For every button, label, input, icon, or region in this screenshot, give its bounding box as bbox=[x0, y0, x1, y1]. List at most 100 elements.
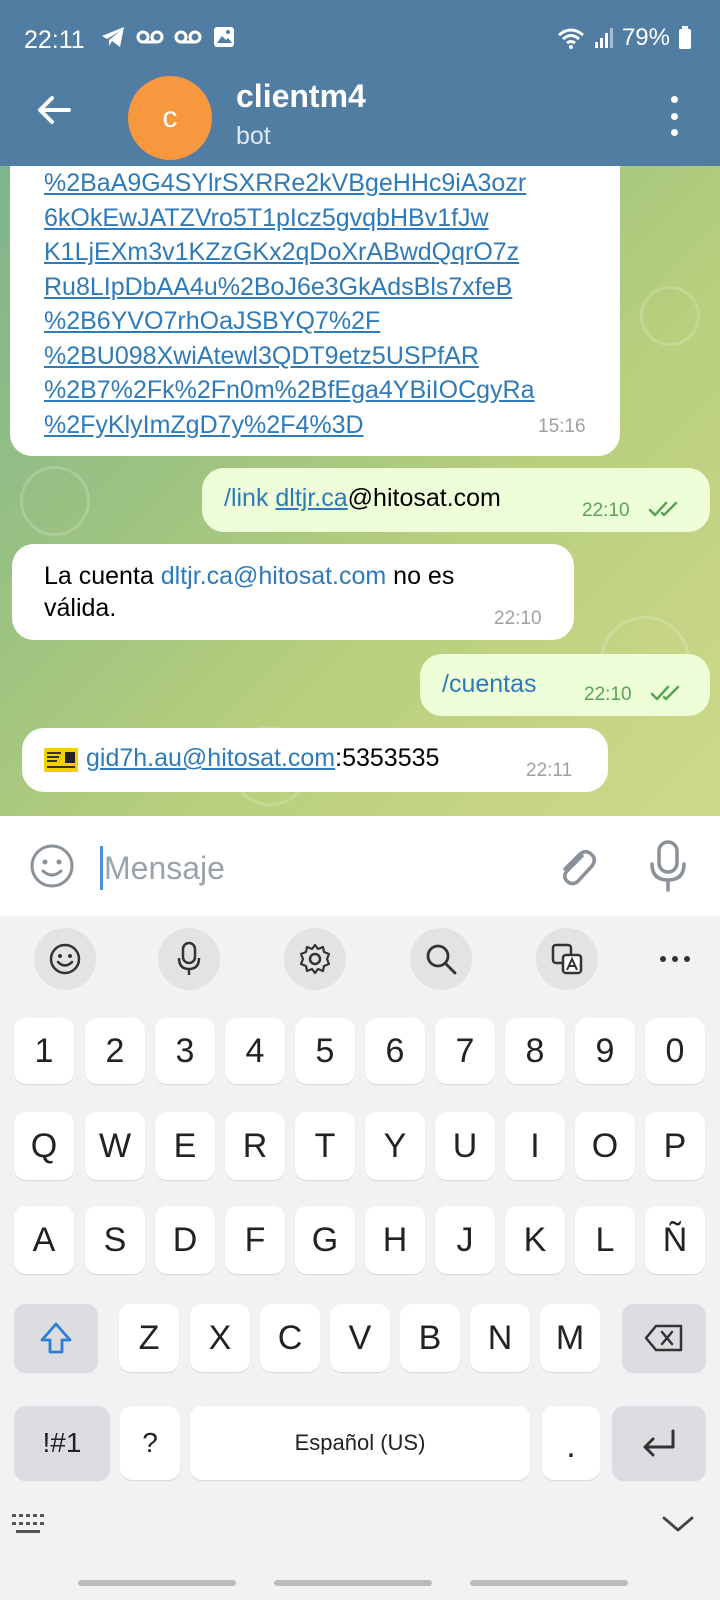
key-s[interactable]: S bbox=[85, 1206, 145, 1274]
dot-icon bbox=[670, 112, 678, 120]
message-bubble-incoming[interactable]: gid7h.au@hitosat.com:5353535 22:11 bbox=[22, 728, 608, 792]
key-f[interactable]: F bbox=[225, 1206, 285, 1274]
key-r[interactable]: R bbox=[225, 1112, 285, 1180]
keyboard-settings-button[interactable] bbox=[284, 928, 346, 990]
search-button[interactable] bbox=[410, 928, 472, 990]
key-y[interactable]: Y bbox=[365, 1112, 425, 1180]
message-bubble-incoming[interactable]: La cuenta dltjr.ca@hitosat.com no es vál… bbox=[12, 544, 574, 640]
voicemail-icon bbox=[136, 30, 164, 44]
more-options-button[interactable] bbox=[664, 96, 684, 136]
message-link-line[interactable]: Ru8LIpDbAA4u%2BoJ6e3GkAdsBls7xfeB bbox=[44, 270, 535, 305]
key-n[interactable]: N bbox=[470, 1304, 530, 1372]
message-email-link[interactable]: dltjr.ca@hitosat.com bbox=[161, 562, 386, 590]
message-input-bar bbox=[0, 816, 720, 916]
key-m[interactable]: M bbox=[540, 1304, 600, 1372]
symbols-key[interactable]: !#1 bbox=[14, 1406, 110, 1480]
message-text: La cuenta bbox=[44, 562, 161, 590]
space-key[interactable]: Español (US) bbox=[190, 1406, 530, 1480]
chevron-down-icon[interactable] bbox=[660, 1512, 696, 1536]
key-b[interactable]: B bbox=[400, 1304, 460, 1372]
message-time: 22:10 bbox=[582, 500, 630, 521]
key-w[interactable]: W bbox=[85, 1112, 145, 1180]
message-bubble-outgoing[interactable]: /link dltjr.ca@hitosat.com 22:10 bbox=[202, 468, 710, 532]
message-link-line[interactable]: %2B7%2Fk%2Fn0m%2BfEga4YBiIOCgyRa bbox=[44, 373, 535, 408]
dot-icon bbox=[670, 96, 678, 103]
message-text: @hitosat.com bbox=[347, 484, 501, 512]
key-z[interactable]: Z bbox=[119, 1304, 179, 1372]
command-text[interactable]: /link bbox=[224, 484, 275, 512]
message-input[interactable] bbox=[104, 846, 524, 890]
message-time: 22:10 bbox=[494, 608, 542, 629]
message-link-line[interactable]: %2BaA9G4SYlrSXRRe2kVBgeHHc9iA3ozr bbox=[44, 166, 535, 201]
message-bubble-outgoing[interactable]: /cuentas 22:10 bbox=[420, 654, 710, 716]
shift-icon bbox=[40, 1322, 72, 1354]
microphone-icon[interactable] bbox=[648, 838, 688, 894]
battery-icon bbox=[679, 26, 691, 49]
voice-input-button[interactable] bbox=[158, 928, 220, 990]
keyboard-toolbar bbox=[0, 916, 720, 1006]
key-4[interactable]: 4 bbox=[225, 1018, 285, 1084]
chat-title[interactable]: clientm4 bbox=[236, 78, 366, 115]
key-l[interactable]: L bbox=[575, 1206, 635, 1274]
key-p[interactable]: P bbox=[645, 1112, 705, 1180]
key-t[interactable]: T bbox=[295, 1112, 355, 1180]
key-u[interactable]: U bbox=[435, 1112, 495, 1180]
message-bubble-incoming[interactable]: %2BaA9G4SYlrSXRRe2kVBgeHHc9iA3ozr 6kOkEw… bbox=[10, 166, 620, 456]
key-7[interactable]: 7 bbox=[435, 1018, 495, 1084]
back-button[interactable] bbox=[30, 86, 78, 134]
message-link-line[interactable]: 6kOkEwJATZVro5T1pIcz5gvqbHBv1fJw bbox=[44, 201, 535, 236]
key-2[interactable]: 2 bbox=[85, 1018, 145, 1084]
key-3[interactable]: 3 bbox=[155, 1018, 215, 1084]
message-time: 22:11 bbox=[526, 760, 573, 781]
key-a[interactable]: A bbox=[14, 1206, 74, 1274]
message-link-line[interactable]: %2B6YVO7rhOaJSBYQ7%2F bbox=[44, 304, 535, 339]
enter-icon bbox=[643, 1429, 675, 1457]
message-email-link[interactable]: gid7h.au@hitosat.com bbox=[86, 744, 335, 772]
period-key[interactable]: . bbox=[542, 1406, 600, 1480]
translate-button[interactable] bbox=[536, 928, 598, 990]
key-v[interactable]: V bbox=[330, 1304, 390, 1372]
emoji-icon[interactable] bbox=[28, 842, 76, 890]
key-8[interactable]: 8 bbox=[505, 1018, 565, 1084]
more-toolbar-button[interactable] bbox=[644, 928, 706, 990]
keyboard-switch-icon[interactable] bbox=[10, 1512, 50, 1538]
background-doodle bbox=[20, 466, 90, 536]
enter-key[interactable] bbox=[612, 1406, 706, 1480]
key-q[interactable]: Q bbox=[14, 1112, 74, 1180]
translate-icon bbox=[551, 943, 583, 975]
paperclip-icon[interactable] bbox=[552, 842, 600, 890]
key-0[interactable]: 0 bbox=[645, 1018, 705, 1084]
key-5[interactable]: 5 bbox=[295, 1018, 355, 1084]
key-9[interactable]: 9 bbox=[575, 1018, 635, 1084]
nav-bar-segment bbox=[470, 1580, 628, 1586]
chat-area[interactable]: %2BaA9G4SYlrSXRRe2kVBgeHHc9iA3ozr 6kOkEw… bbox=[0, 166, 720, 816]
key-c[interactable]: C bbox=[260, 1304, 320, 1372]
command-text[interactable]: /cuentas bbox=[442, 670, 537, 699]
key-d[interactable]: D bbox=[155, 1206, 215, 1274]
key-1[interactable]: 1 bbox=[14, 1018, 74, 1084]
key-h[interactable]: H bbox=[365, 1206, 425, 1274]
key-g[interactable]: G bbox=[295, 1206, 355, 1274]
key-k[interactable]: K bbox=[505, 1206, 565, 1274]
avatar[interactable]: c bbox=[128, 76, 212, 160]
message-link-line[interactable]: %2BU098XwiAtewl3QDT9etz5USPfAR bbox=[44, 339, 535, 374]
backspace-key[interactable] bbox=[622, 1304, 706, 1372]
message-link-line[interactable]: K1LjEXm3v1KZzGKx2qDoXrABwdQqrO7z bbox=[44, 235, 535, 270]
key-e[interactable]: E bbox=[155, 1112, 215, 1180]
message-link-line[interactable]: %2FyKlyImZgD7y%2F4%3D bbox=[44, 408, 535, 443]
key-j[interactable]: J bbox=[435, 1206, 495, 1274]
key-enye[interactable]: Ñ bbox=[645, 1206, 705, 1274]
key-i[interactable]: I bbox=[505, 1112, 565, 1180]
message-text: no es bbox=[386, 562, 455, 590]
system-icons: 79% bbox=[556, 24, 692, 52]
shift-key[interactable] bbox=[14, 1304, 98, 1372]
key-x[interactable]: X bbox=[190, 1304, 250, 1372]
emoji-panel-button[interactable] bbox=[34, 928, 96, 990]
signal-icon bbox=[594, 28, 613, 48]
key-o[interactable]: O bbox=[575, 1112, 635, 1180]
message-text: válida. bbox=[44, 594, 117, 622]
message-link[interactable]: dltjr.ca bbox=[275, 484, 347, 512]
key-6[interactable]: 6 bbox=[365, 1018, 425, 1084]
question-mark-key[interactable]: ? bbox=[120, 1406, 180, 1480]
message-time: 22:10 bbox=[584, 684, 632, 705]
